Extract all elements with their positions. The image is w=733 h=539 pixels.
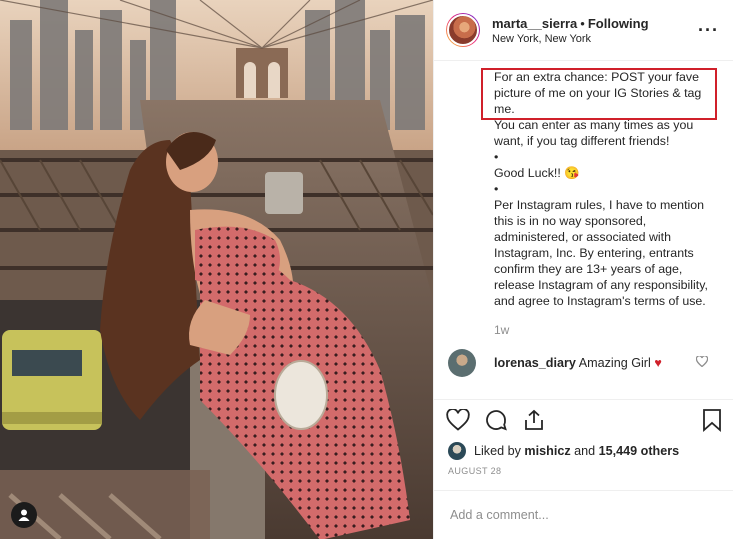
caption-line: Per Instagram rules, I have to mention t… — [494, 198, 708, 308]
post-header: marta__sierra • Following New York, New Yo… — [434, 0, 733, 61]
comment-body: Amazing Girl — [578, 356, 651, 370]
username-link[interactable]: marta__sierra — [492, 16, 577, 31]
share-icon[interactable] — [522, 408, 546, 432]
comment-icon[interactable] — [484, 408, 508, 432]
bridge-scene — [0, 0, 433, 539]
instagram-post: marta__sierra • Following New York, New Yo… — [0, 0, 733, 539]
post-date[interactable]: AUGUST 28 — [434, 462, 733, 476]
post-sidebar: marta__sierra • Following New York, New Yo… — [433, 0, 733, 539]
tagged-user-icon[interactable] — [11, 502, 37, 528]
likes-summary: Liked by mishicz and 15,449 others — [434, 440, 733, 462]
more-horizontal-icon[interactable]: ··· — [698, 20, 719, 41]
action-icons — [434, 400, 733, 440]
following-button[interactable]: Following — [588, 16, 649, 31]
separator-dot: • — [580, 15, 585, 31]
heart-emoji: ♥ — [654, 356, 662, 370]
caption-line: Good Luck!! 😘 — [494, 166, 580, 180]
avatar[interactable] — [446, 13, 480, 47]
heart-icon[interactable] — [446, 409, 470, 431]
comment-like-icon[interactable] — [695, 355, 710, 370]
caption-timestamp[interactable]: 1w — [494, 323, 733, 337]
person-icon — [18, 509, 30, 521]
action-bar: Liked by mishicz and 15,449 others AUGUS… — [434, 399, 733, 476]
likes-connector: and — [574, 444, 596, 458]
highlight-box — [481, 68, 717, 120]
comment-username[interactable]: lorenas_diary — [494, 356, 576, 370]
comment-item: lorenas_diary Amazing Girl ♥ — [448, 349, 733, 377]
likes-count-link[interactable]: 15,449 others — [599, 444, 680, 458]
comment-text: lorenas_diary Amazing Girl ♥ — [494, 356, 696, 370]
caption-bullet: • — [494, 182, 499, 196]
caption-bullet: • — [494, 150, 499, 164]
add-comment-bar — [434, 490, 733, 539]
location-link[interactable]: New York, New York — [492, 33, 698, 45]
comment-avatar[interactable] — [448, 349, 476, 377]
post-photo[interactable] — [0, 0, 433, 539]
likes-prefix: Liked by — [474, 444, 521, 458]
liker-username[interactable]: mishicz — [524, 444, 570, 458]
liker-avatar[interactable] — [448, 442, 466, 460]
header-line: marta__sierra • Following — [492, 16, 698, 31]
avatar-image — [447, 14, 479, 46]
comments-section[interactable]: For an extra chance: POST your fave pict… — [434, 61, 733, 399]
header-text: marta__sierra • Following New York, New Yo… — [492, 16, 698, 45]
bookmark-icon[interactable] — [702, 408, 722, 432]
comment-input[interactable] — [448, 507, 720, 523]
caption-line: You can enter as many times as you want,… — [494, 118, 694, 148]
